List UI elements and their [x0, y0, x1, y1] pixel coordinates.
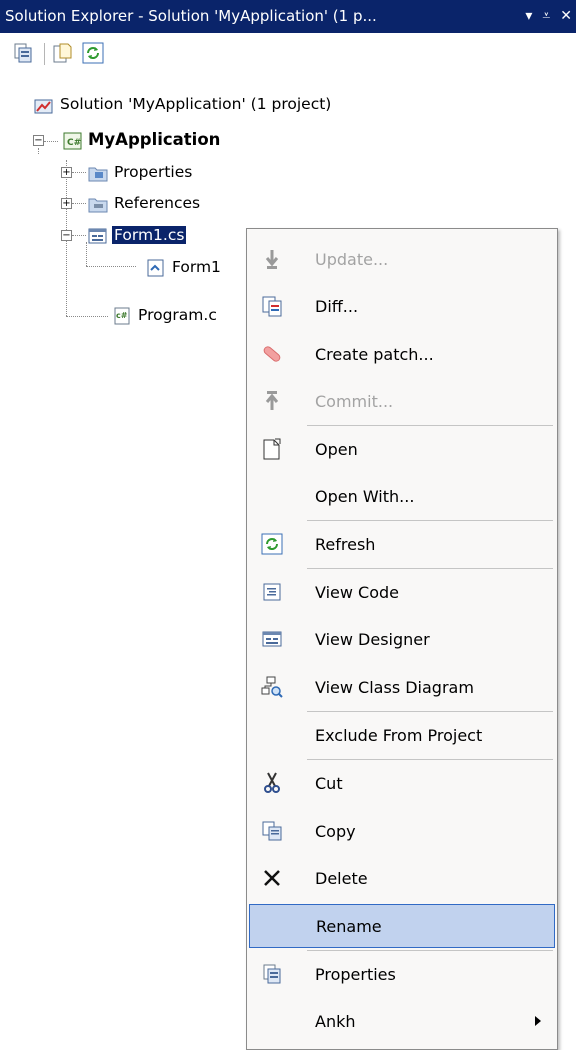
- tree-item-label: References: [114, 194, 201, 212]
- expand-icon[interactable]: +: [61, 167, 72, 178]
- menu-item-refresh[interactable]: Refresh: [249, 522, 555, 566]
- open-icon: [261, 438, 283, 460]
- tree-line: [38, 148, 39, 154]
- properties-folder-icon: [88, 163, 108, 182]
- menu-item-view-class-diagram[interactable]: View Class Diagram: [249, 665, 555, 709]
- tree-line: [72, 172, 86, 173]
- resx-icon: [146, 258, 164, 277]
- auto-hide-pin-icon[interactable]: ⩡: [542, 0, 550, 33]
- menu-item-create-patch[interactable]: Create patch...: [249, 332, 555, 376]
- menu-item-commit[interactable]: Commit...: [249, 379, 555, 423]
- update-icon: [261, 248, 283, 270]
- menu-item-cut[interactable]: Cut: [249, 761, 555, 805]
- view-code-icon: [261, 581, 283, 603]
- copy-icon: [261, 820, 283, 842]
- submenu-arrow-icon: [535, 1016, 541, 1026]
- tree-item-references[interactable]: References: [88, 191, 202, 215]
- menu-item-open[interactable]: Open: [249, 427, 555, 471]
- csharp-project-icon: C#: [62, 130, 82, 150]
- tree-item-label: Form1: [172, 258, 221, 276]
- menu-separator: [307, 520, 553, 521]
- tree-item-solution[interactable]: Solution 'MyApplication' (1 project): [34, 92, 333, 116]
- tree-item-label: MyApplication: [88, 129, 221, 149]
- menu-item-properties[interactable]: Properties: [249, 952, 555, 996]
- menu-item-view-designer[interactable]: View Designer: [249, 617, 555, 661]
- tree-line: [44, 141, 58, 142]
- tree-line: [72, 235, 86, 236]
- menu-item-rename[interactable]: Rename: [249, 904, 555, 948]
- menu-separator: [307, 568, 553, 569]
- svg-text:c#: c#: [116, 311, 128, 320]
- patch-icon: [261, 343, 283, 365]
- tree-item-form1[interactable]: Form1.cs: [88, 223, 187, 247]
- menu-item-diff[interactable]: Diff...: [249, 284, 555, 328]
- tree-item-label: Solution 'MyApplication' (1 project): [60, 95, 332, 113]
- csharp-file-icon: c#: [112, 306, 130, 325]
- menu-item-delete[interactable]: Delete: [249, 856, 555, 900]
- tree-line: [66, 316, 108, 317]
- toolbar: [0, 33, 576, 73]
- properties-icon[interactable]: [12, 42, 34, 64]
- delete-icon: [261, 867, 283, 889]
- menu-separator: [307, 759, 553, 760]
- window-title: Solution Explorer - Solution 'MyApplicat…: [5, 7, 377, 25]
- tree-line: [86, 242, 87, 266]
- menu-item-view-code[interactable]: View Code: [249, 570, 555, 614]
- commit-icon: [261, 390, 283, 412]
- tree-item-program[interactable]: c# Program.c: [112, 303, 219, 327]
- menu-item-open-with[interactable]: Open With...: [249, 474, 555, 518]
- cut-icon: [261, 772, 283, 794]
- tree-item-project[interactable]: C# MyApplication: [62, 127, 222, 151]
- collapse-icon[interactable]: −: [61, 230, 72, 241]
- view-designer-icon: [261, 628, 283, 650]
- collapse-icon[interactable]: −: [33, 135, 44, 146]
- properties-icon: [261, 963, 283, 985]
- tree-item-label: Properties: [114, 163, 193, 181]
- expand-icon[interactable]: +: [61, 198, 72, 209]
- tree-line: [72, 203, 86, 204]
- show-all-files-icon[interactable]: [52, 42, 74, 64]
- tree-item-label: Form1.cs: [112, 226, 187, 244]
- menu-item-exclude-from-project[interactable]: Exclude From Project: [249, 713, 555, 757]
- references-folder-icon: [88, 194, 108, 213]
- title-bar: Solution Explorer - Solution 'MyApplicat…: [0, 0, 576, 33]
- window-position-dropdown-icon[interactable]: ▾: [525, 0, 532, 33]
- refresh-icon[interactable]: [82, 42, 104, 64]
- menu-item-update[interactable]: Update...: [249, 237, 555, 281]
- menu-separator: [307, 425, 553, 426]
- context-menu: Update... Diff... Create patch... Commit…: [246, 228, 558, 1050]
- tree-line: [86, 266, 136, 267]
- toolbar-separator: [44, 43, 45, 65]
- menu-separator: [307, 711, 553, 712]
- form-icon: [88, 226, 107, 244]
- refresh-icon: [261, 533, 283, 555]
- menu-item-ankh[interactable]: Ankh: [249, 999, 555, 1043]
- svg-text:C#: C#: [67, 138, 81, 148]
- diff-icon: [261, 295, 283, 317]
- tree-item-form1-resx[interactable]: Form1: [146, 255, 223, 279]
- menu-item-copy[interactable]: Copy: [249, 809, 555, 853]
- tree-item-properties[interactable]: Properties: [88, 160, 194, 184]
- menu-separator: [307, 950, 553, 951]
- solution-icon: [34, 95, 53, 114]
- class-diagram-icon: [261, 676, 283, 698]
- close-icon[interactable]: ✕: [560, 0, 572, 33]
- tree-item-label: Program.c: [138, 306, 217, 324]
